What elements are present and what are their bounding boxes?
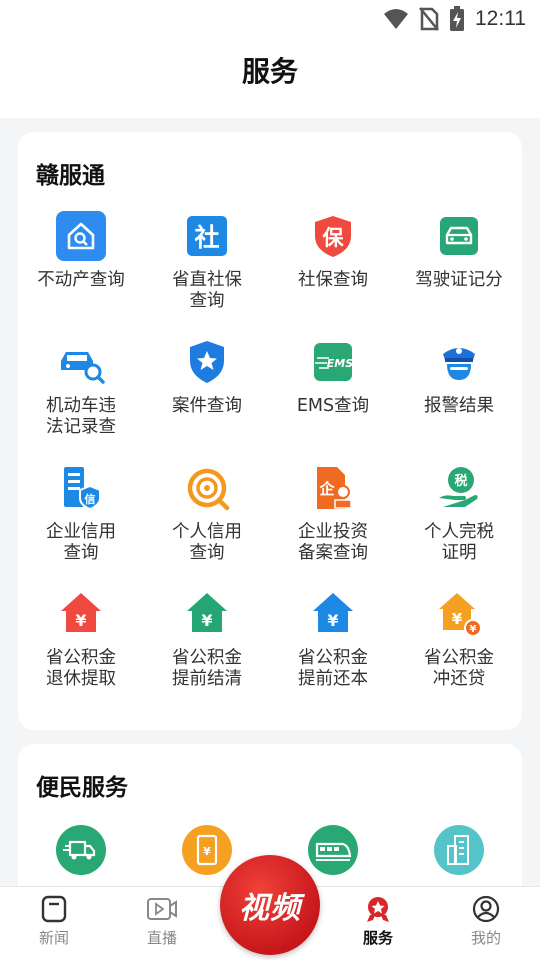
social-security-icon: 社 xyxy=(181,210,233,262)
service-icon xyxy=(367,897,389,922)
title-bar: 服务 xyxy=(0,36,540,118)
house-search-icon xyxy=(55,210,107,262)
live-icon xyxy=(147,898,177,920)
news-icon xyxy=(41,895,67,923)
service-item-driving-license-points[interactable]: 驾驶证记分 xyxy=(396,210,522,336)
video-button[interactable]: 视频 xyxy=(220,855,320,955)
status-bar: 12:11 xyxy=(0,0,540,36)
service-label: 省公积金 冲还贷 xyxy=(424,648,494,689)
svg-text:税: 税 xyxy=(454,473,467,489)
video-label: 视频 xyxy=(239,891,301,926)
building-icon xyxy=(434,825,484,875)
service-item-fund-early-repayment[interactable]: ¥ 省公积金 提前还本 xyxy=(270,588,396,714)
train-icon xyxy=(308,825,358,875)
police-badge-icon xyxy=(181,336,233,388)
service-label: 不动产查询 xyxy=(37,270,125,290)
profile-icon xyxy=(472,895,500,923)
section-title: 便民服务 xyxy=(36,775,128,801)
service-label: 社保查询 xyxy=(298,270,368,290)
service-item-property-query[interactable]: 不动产查询 xyxy=(18,210,144,336)
svg-text:¥: ¥ xyxy=(327,611,338,630)
shield-bao-icon: 保 xyxy=(307,210,359,262)
tab-label: 新闻 xyxy=(38,929,69,947)
service-label: 个人完税 证明 xyxy=(424,522,494,563)
svg-text:¥: ¥ xyxy=(201,611,212,630)
service-label: 驾驶证记分 xyxy=(415,270,503,290)
page-title: 服务 xyxy=(241,55,298,88)
fund-house-blue-icon: ¥ xyxy=(307,588,359,640)
svg-text:¥: ¥ xyxy=(452,610,463,628)
service-label: 企业投资 备案查询 xyxy=(298,522,368,563)
fund-house-green-icon: ¥ xyxy=(181,588,233,640)
svg-text:¥: ¥ xyxy=(75,611,86,630)
car-search-icon xyxy=(55,336,107,388)
service-item-enterprise-credit[interactable]: 信 企业信用 查询 xyxy=(18,462,144,588)
tab-label: 我的 xyxy=(470,929,501,947)
service-item-vehicle-violation[interactable]: 机动车违 法记录查 xyxy=(18,336,144,462)
svg-text:EMS: EMS xyxy=(327,357,353,370)
section-title: 赣服通 xyxy=(36,163,105,189)
svg-text:信: 信 xyxy=(85,492,96,506)
service-item-alarm-result[interactable]: 报警结果 xyxy=(396,336,522,462)
service-item-social-security[interactable]: 保 社保查询 xyxy=(270,210,396,336)
mobile-payment-icon: ¥ xyxy=(182,825,232,875)
service-item-fund-loan-offset[interactable]: ¥ ¥ 省公积金 冲还贷 xyxy=(396,588,522,714)
enterprise-investment-icon: 企 xyxy=(307,462,359,514)
service-item-provincial-social-security[interactable]: 社 省直社保 查询 xyxy=(144,210,270,336)
enterprise-credit-icon: 信 xyxy=(55,462,107,514)
tab-live[interactable]: 直播 xyxy=(122,895,202,948)
tab-service[interactable]: 服务 xyxy=(338,895,418,948)
wifi-icon xyxy=(384,9,408,29)
tax-certificate-icon: 税 xyxy=(433,462,485,514)
svg-text:保: 保 xyxy=(322,226,345,250)
car-icon xyxy=(433,210,485,262)
svg-text:¥: ¥ xyxy=(470,624,477,635)
status-time: 12:11 xyxy=(475,7,526,30)
service-item-fund-retirement-withdrawal[interactable]: ¥ 省公积金 退休提取 xyxy=(18,588,144,714)
service-item-ems-query[interactable]: EMS EMS查询 xyxy=(270,336,396,462)
service-label: 机动车违 法记录查 xyxy=(46,396,116,437)
service-label: 省公积金 退休提取 xyxy=(46,648,116,689)
svg-text:¥: ¥ xyxy=(203,845,211,858)
service-item-fund-early-settlement[interactable]: ¥ 省公积金 提前结清 xyxy=(144,588,270,714)
convenience-item-delivery[interactable] xyxy=(18,824,144,876)
service-label: 报警结果 xyxy=(424,396,494,416)
service-item-case-query[interactable]: 案件查询 xyxy=(144,336,270,462)
service-label: 企业信用 查询 xyxy=(46,522,116,563)
no-sim-icon xyxy=(419,7,439,31)
tab-news[interactable]: 新闻 xyxy=(14,895,94,948)
tab-label: 服务 xyxy=(362,929,393,947)
ganfutong-card: 赣服通 不动产查询 社 省直社保 查询 保 社保查询 驾驶证记分 机动车违 法记… xyxy=(18,132,522,730)
service-grid: 不动产查询 社 省直社保 查询 保 社保查询 驾驶证记分 机动车违 法记录查 案… xyxy=(18,210,522,714)
police-officer-icon xyxy=(433,336,485,388)
service-item-enterprise-investment[interactable]: 企 企业投资 备案查询 xyxy=(270,462,396,588)
battery-charging-icon xyxy=(450,6,464,31)
service-label: 个人信用 查询 xyxy=(172,522,242,563)
delivery-truck-icon xyxy=(56,825,106,875)
tab-label: 直播 xyxy=(146,929,177,947)
status-icons: 12:11 xyxy=(383,6,526,32)
service-item-personal-credit[interactable]: 个人信用 查询 xyxy=(144,462,270,588)
ems-icon: EMS xyxy=(307,336,359,388)
tab-profile[interactable]: 我的 xyxy=(446,895,526,948)
fund-house-red-icon: ¥ xyxy=(55,588,107,640)
service-label: 省公积金 提前还本 xyxy=(298,648,368,689)
service-label: EMS查询 xyxy=(296,396,370,416)
convenience-item-building[interactable] xyxy=(396,824,522,876)
personal-credit-icon xyxy=(181,462,233,514)
svg-text:社: 社 xyxy=(194,223,219,252)
service-item-tax-certificate[interactable]: 税 个人完税 证明 xyxy=(396,462,522,588)
service-label: 省直社保 查询 xyxy=(172,270,242,311)
service-label: 案件查询 xyxy=(172,396,242,416)
service-label: 省公积金 提前结清 xyxy=(172,648,242,689)
svg-text:企: 企 xyxy=(318,480,335,498)
fund-house-orange-icon: ¥ ¥ xyxy=(433,588,485,640)
